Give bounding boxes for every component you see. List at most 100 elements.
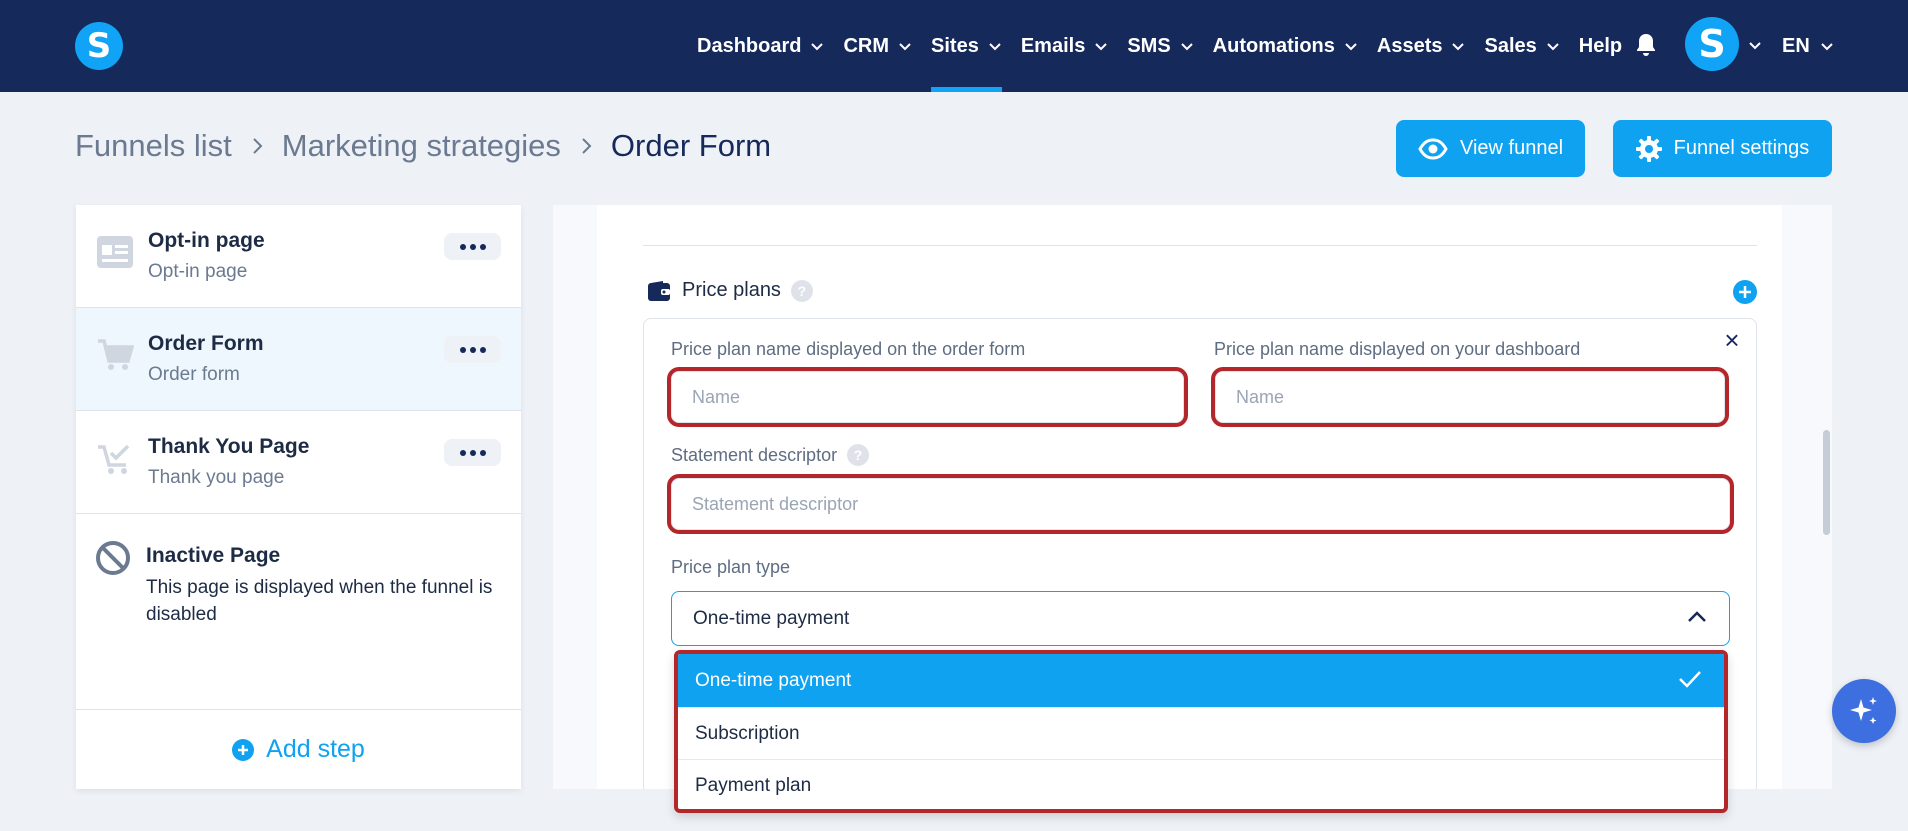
chevron-down-icon bbox=[989, 43, 1001, 51]
page-layout-icon bbox=[97, 236, 133, 268]
sparkle-icon bbox=[1850, 697, 1877, 724]
add-step-label: Add step bbox=[266, 735, 365, 763]
step-title: Thank You Page bbox=[148, 435, 310, 458]
chevron-right-icon bbox=[582, 138, 592, 154]
divider bbox=[643, 245, 1757, 246]
step-subtitle: Opt-in page bbox=[148, 261, 248, 282]
chevron-down-icon bbox=[1452, 43, 1465, 51]
chevron-down-icon bbox=[899, 43, 911, 51]
dashboard-name-label: Price plan name displayed on your dashbo… bbox=[1214, 339, 1581, 359]
price-plans-label: Price plans bbox=[682, 279, 781, 301]
nav-item-label: Automations bbox=[1212, 34, 1335, 57]
step-subtitle: Thank you page bbox=[148, 467, 285, 488]
nav-item-label: Emails bbox=[1020, 34, 1086, 57]
nav-item-label: SMS bbox=[1127, 34, 1171, 57]
user-avatar[interactable]: S bbox=[1685, 17, 1739, 71]
ai-assistant-button[interactable] bbox=[1832, 679, 1896, 743]
statement-descriptor-label-row: Statement descriptor ? bbox=[671, 444, 870, 466]
page-title: Order Form bbox=[610, 128, 772, 163]
plus-circle-icon bbox=[232, 738, 255, 761]
step-more-options-button[interactable] bbox=[444, 233, 501, 260]
nav-item-sms[interactable]: SMS bbox=[1127, 0, 1193, 92]
app-logo[interactable]: S bbox=[75, 22, 123, 70]
chevron-down-icon bbox=[1345, 43, 1357, 51]
order-form-name-input[interactable] bbox=[667, 367, 1188, 427]
gear-icon bbox=[1635, 135, 1662, 162]
close-icon[interactable]: × bbox=[1721, 327, 1743, 353]
price-plan-type-select[interactable]: One-time payment bbox=[671, 591, 1730, 646]
language-label: EN bbox=[1782, 34, 1810, 57]
funnel-settings-label: Funnel settings bbox=[1673, 137, 1810, 159]
disabled-icon bbox=[96, 541, 130, 575]
nav-item-label: Sales bbox=[1484, 34, 1537, 57]
chevron-down-icon[interactable] bbox=[1748, 38, 1762, 52]
main-menu: Dashboard CRM Sites Emails SMS Automations Ass… bbox=[697, 0, 1641, 92]
statement-descriptor-input[interactable] bbox=[667, 474, 1734, 534]
step-opt-in-page[interactable]: Opt-in page Opt-in page bbox=[76, 205, 521, 308]
nav-item-label: Assets bbox=[1376, 34, 1443, 57]
chevron-down-icon bbox=[811, 43, 824, 51]
wallet-icon bbox=[648, 280, 670, 301]
inactive-page-step[interactable]: Inactive Page This page is displayed whe… bbox=[76, 514, 521, 714]
option-one-time-payment[interactable]: One-time payment bbox=[678, 654, 1724, 708]
breadcrumb-marketing-strategies[interactable]: Marketing strategies bbox=[282, 128, 561, 164]
inactive-page-description: This page is displayed when the funnel i… bbox=[146, 577, 493, 625]
price-plan-type-label: Price plan type bbox=[671, 557, 791, 577]
price-plan-type-dropdown: One-time payment Subscription Payment pl… bbox=[674, 650, 1728, 813]
dashboard-name-input[interactable] bbox=[1211, 367, 1729, 427]
option-label: Subscription bbox=[695, 722, 800, 744]
add-step-button[interactable]: Add step bbox=[76, 709, 521, 789]
statement-descriptor-label: Statement descriptor bbox=[671, 444, 838, 465]
funnel-steps-panel: Opt-in page Opt-in page Order Form Order… bbox=[76, 205, 521, 789]
nav-item-help[interactable]: Help bbox=[1579, 0, 1622, 92]
cart-check-icon bbox=[98, 444, 130, 474]
chevron-up-icon bbox=[1688, 611, 1706, 622]
price-plan-type-value: One-time payment bbox=[693, 607, 850, 629]
top-navigation-bar: S Dashboard CRM Sites Emails SMS Automations A… bbox=[0, 0, 1908, 92]
nav-item-label: Sites bbox=[931, 34, 979, 57]
cart-icon bbox=[98, 339, 134, 370]
nav-item-sites[interactable]: Sites bbox=[931, 0, 1002, 92]
breadcrumb-funnels-list[interactable]: Funnels list bbox=[75, 128, 232, 164]
step-subtitle: Order form bbox=[148, 364, 240, 385]
step-title: Opt-in page bbox=[148, 229, 265, 252]
scrollbar-thumb[interactable] bbox=[1823, 430, 1830, 535]
chevron-down-icon bbox=[1180, 43, 1193, 51]
step-title: Order Form bbox=[148, 332, 264, 355]
chevron-down-icon bbox=[1547, 43, 1559, 51]
chevron-down-icon bbox=[1821, 43, 1833, 51]
price-plans-header: Price plans ? bbox=[648, 279, 813, 302]
step-order-form[interactable]: Order Form Order form bbox=[76, 308, 521, 411]
option-subscription[interactable]: Subscription bbox=[678, 708, 1724, 760]
nav-item-emails[interactable]: Emails bbox=[1021, 0, 1108, 92]
inactive-page-title: Inactive Page bbox=[146, 544, 281, 567]
step-thank-you-page[interactable]: Thank You Page Thank you page bbox=[76, 411, 521, 514]
funnel-settings-button[interactable]: Funnel settings bbox=[1613, 120, 1832, 177]
nav-item-label: Help bbox=[1578, 34, 1623, 57]
nav-item-automations[interactable]: Automations bbox=[1213, 0, 1358, 92]
chevron-right-icon bbox=[253, 138, 263, 154]
step-more-options-button[interactable] bbox=[444, 439, 501, 466]
option-label: One-time payment bbox=[695, 669, 852, 691]
breadcrumb: Funnels list Marketing strategies Order … bbox=[75, 128, 771, 164]
view-funnel-label: View funnel bbox=[1459, 137, 1564, 159]
nav-item-label: Dashboard bbox=[697, 34, 802, 57]
eye-icon bbox=[1418, 137, 1448, 160]
nav-item-sales[interactable]: Sales bbox=[1484, 0, 1559, 92]
nav-item-assets[interactable]: Assets bbox=[1377, 0, 1466, 92]
add-price-plan-icon[interactable] bbox=[1733, 280, 1757, 304]
chevron-down-icon bbox=[1095, 43, 1108, 51]
view-funnel-button[interactable]: View funnel bbox=[1396, 120, 1585, 177]
nav-item-label: CRM bbox=[843, 34, 890, 57]
check-icon bbox=[1679, 671, 1701, 688]
nav-item-dashboard[interactable]: Dashboard bbox=[697, 0, 824, 92]
notifications-bell-icon[interactable] bbox=[1634, 32, 1658, 58]
option-payment-plan[interactable]: Payment plan bbox=[678, 760, 1724, 809]
language-selector[interactable]: EN bbox=[1782, 0, 1834, 92]
help-icon[interactable]: ? bbox=[847, 444, 870, 466]
nav-item-crm[interactable]: CRM bbox=[843, 0, 912, 92]
option-label: Payment plan bbox=[695, 775, 812, 796]
help-icon[interactable]: ? bbox=[790, 279, 813, 302]
step-more-options-button[interactable] bbox=[444, 336, 501, 363]
order-form-name-label: Price plan name displayed on the order f… bbox=[671, 339, 1026, 359]
